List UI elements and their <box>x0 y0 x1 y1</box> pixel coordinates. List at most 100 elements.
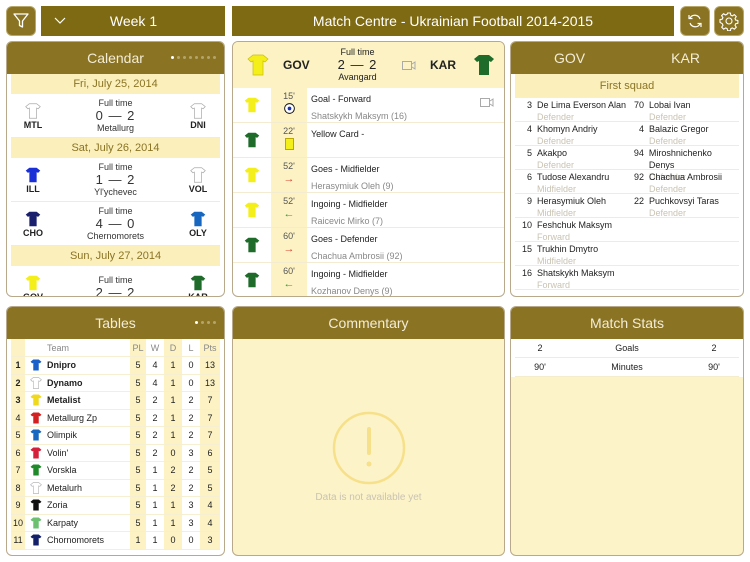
rank: 1 <box>11 356 25 375</box>
standings-row[interactable]: 2 Dynamo 5 4 1 0 13 <box>11 374 220 392</box>
player-number: 15 <box>521 244 532 254</box>
rank: 10 <box>11 514 25 532</box>
col-l[interactable]: L <box>182 339 200 357</box>
lineup-player[interactable]: 3 De Lima Everson Alan Defender <box>515 99 627 122</box>
lineup-player[interactable]: 92 Chachua Ambrosii Defender <box>627 171 739 194</box>
draws: 1 <box>164 426 182 445</box>
lineup-player[interactable]: 16 Shatskykh Maksym Forward <box>515 267 627 290</box>
player-name: Miroshnichenko Denys <box>648 148 712 170</box>
standings-row[interactable]: 10 Karpaty 5 1 1 3 4 <box>11 514 220 532</box>
wins: 1 <box>146 479 164 497</box>
col-d[interactable]: D <box>164 339 182 357</box>
col-team[interactable]: Team <box>47 339 130 357</box>
standings-row[interactable]: 9 Zoria 5 1 1 3 4 <box>11 496 220 515</box>
player-number: 94 <box>633 148 644 158</box>
player-position: Defender <box>537 160 575 170</box>
lineup-list[interactable]: 3 De Lima Everson Alan Defender 70 Lobai Iva… <box>511 98 743 290</box>
match-event[interactable]: 52' → Goes - Midfielder Herasymiuk Oleh (9… <box>233 158 504 193</box>
home-code: MTL <box>23 119 43 130</box>
standings-row[interactable]: 7 Vorskla 5 1 2 2 5 <box>11 461 220 480</box>
losses: 3 <box>182 444 200 462</box>
lineup-row: 15 Trukhin Dmytro Midfielder <box>515 242 739 266</box>
rank: 9 <box>11 496 25 515</box>
stats-header: Match Stats <box>511 307 743 339</box>
lineup-player[interactable]: 6 Tudose Alexandru Midfielder <box>515 171 627 194</box>
points: 3 <box>200 531 220 550</box>
match-events-list[interactable]: 15' Goal - Forward Shatskykh Maksym (16) … <box>233 88 504 296</box>
player-position: Defender <box>649 184 687 194</box>
lineup-home-team[interactable]: GOV <box>554 50 585 66</box>
player-name: Balazic Gregor <box>649 124 709 134</box>
event-minute: 52' <box>283 161 295 171</box>
lineup-player[interactable]: 22 Puchkovsyi Taras Defender <box>627 195 739 218</box>
team-shirt-icon <box>30 517 42 529</box>
match-event[interactable]: 22' Yellow Card - <box>233 123 504 158</box>
standings-row[interactable]: 11 Chornomorets 1 1 0 0 3 <box>11 531 220 550</box>
week-selector[interactable]: Week 1 <box>41 6 225 36</box>
losses: 0 <box>182 374 200 392</box>
event-team-shirt <box>233 263 271 296</box>
losses: 3 <box>182 514 200 532</box>
team-shirt-icon <box>190 211 206 226</box>
tables-panel: Tables Team PL W D L Pts 1 Dnipro 5 4 1 … <box>6 306 225 556</box>
lineup-player[interactable]: 5 Akakpo Defender <box>515 147 627 170</box>
match-event[interactable]: 52' ← Ingoing - Midfielder Raicevic Mirko … <box>233 193 504 228</box>
col-pts[interactable]: Pts <box>200 339 220 357</box>
rank: 2 <box>11 374 25 392</box>
calendar-match[interactable]: ILL Full time 1 — 2 Yl'ychevec VOL <box>11 158 220 202</box>
match-score: 2 — 2 <box>337 57 378 72</box>
standings-row[interactable]: 4 Metallurg Zp 5 2 1 2 7 <box>11 409 220 427</box>
refresh-button[interactable] <box>680 6 710 36</box>
player-position: Midfielder <box>537 184 577 194</box>
lineup-player[interactable]: 70 Lobai Ivan Defender <box>627 99 739 122</box>
lineup-away-team[interactable]: KAR <box>671 50 700 66</box>
video-icon[interactable] <box>480 98 494 107</box>
lineup-player[interactable]: 15 Trukhin Dmytro Midfielder <box>515 243 627 266</box>
event-title: Ingoing - Midfielder <box>311 199 388 209</box>
losses: 2 <box>182 461 200 480</box>
lineup-player[interactable]: 94 Miroshnichenko Denys Defender <box>627 147 739 182</box>
losses: 0 <box>182 531 200 550</box>
draws: 2 <box>164 461 182 480</box>
standings-row[interactable]: 8 Metalurh 5 1 2 2 5 <box>11 479 220 497</box>
standings-row[interactable]: 3 Metalist 5 2 1 2 7 <box>11 391 220 410</box>
lineup-player[interactable]: 4 Khomyn Andriy Defender <box>515 123 627 146</box>
calendar-match[interactable]: GOV Full time 2 — 2 KAR <box>11 266 220 296</box>
stat-label: Minutes <box>611 362 643 372</box>
team-shirt-icon <box>244 202 260 218</box>
lineup-row: 10 Feshchuk Maksym Forward <box>515 218 739 242</box>
lineup-player[interactable]: 9 Herasymiuk Oleh Midfielder <box>515 195 627 218</box>
calendar-match[interactable]: MTL Full time 0 — 2 Metallurg DNI <box>11 94 220 138</box>
team-shirt-icon <box>244 237 260 253</box>
played: 5 <box>130 479 146 497</box>
calendar-list[interactable]: Fri, July 25, 2014 MTL Full time 0 — 2 Met… <box>7 74 224 296</box>
col-w[interactable]: W <box>146 339 164 357</box>
tables-page-indicator[interactable] <box>195 321 216 324</box>
match-event[interactable]: 15' Goal - Forward Shatskykh Maksym (16) <box>233 88 504 123</box>
wins: 2 <box>146 409 164 427</box>
col-pl[interactable]: PL <box>130 339 146 357</box>
standings-row[interactable]: 6 Volin' 5 2 0 3 6 <box>11 444 220 462</box>
away-shirt-icon <box>474 55 494 75</box>
calendar-page-indicator[interactable] <box>171 56 216 59</box>
team-name: Dnipro <box>47 356 130 375</box>
points: 6 <box>200 444 220 462</box>
lineup-player[interactable]: 10 Feshchuk Maksym Forward <box>515 219 627 242</box>
settings-button[interactable] <box>714 6 744 36</box>
points: 7 <box>200 391 220 410</box>
stat-away: 2 <box>711 343 717 353</box>
lineup-row: 3 De Lima Everson Alan Defender 70 Lobai Iva… <box>515 98 739 122</box>
match-event[interactable]: 60' → Goes - Defender Chachua Ambrosii (92… <box>233 228 504 263</box>
standings-row[interactable]: 1 Dnipro 5 4 1 0 13 <box>11 356 220 375</box>
team-name: Metallurg Zp <box>47 409 130 427</box>
wins: 1 <box>146 531 164 550</box>
filter-button[interactable] <box>6 6 36 36</box>
team-shirt-icon <box>30 412 42 424</box>
gear-icon <box>719 12 739 31</box>
player-name: Shatskykh Maksym <box>537 268 615 278</box>
video-icon[interactable] <box>402 60 416 70</box>
lineup-player[interactable]: 4 Balazic Gregor Defender <box>627 123 739 146</box>
standings-row[interactable]: 5 Olimpik 5 2 1 2 7 <box>11 426 220 445</box>
calendar-match[interactable]: CHO Full time 4 — 0 Chernomorets OLY <box>11 202 220 246</box>
match-event[interactable]: 60' ← Ingoing - Midfielder Kozhanov Denys … <box>233 263 504 296</box>
